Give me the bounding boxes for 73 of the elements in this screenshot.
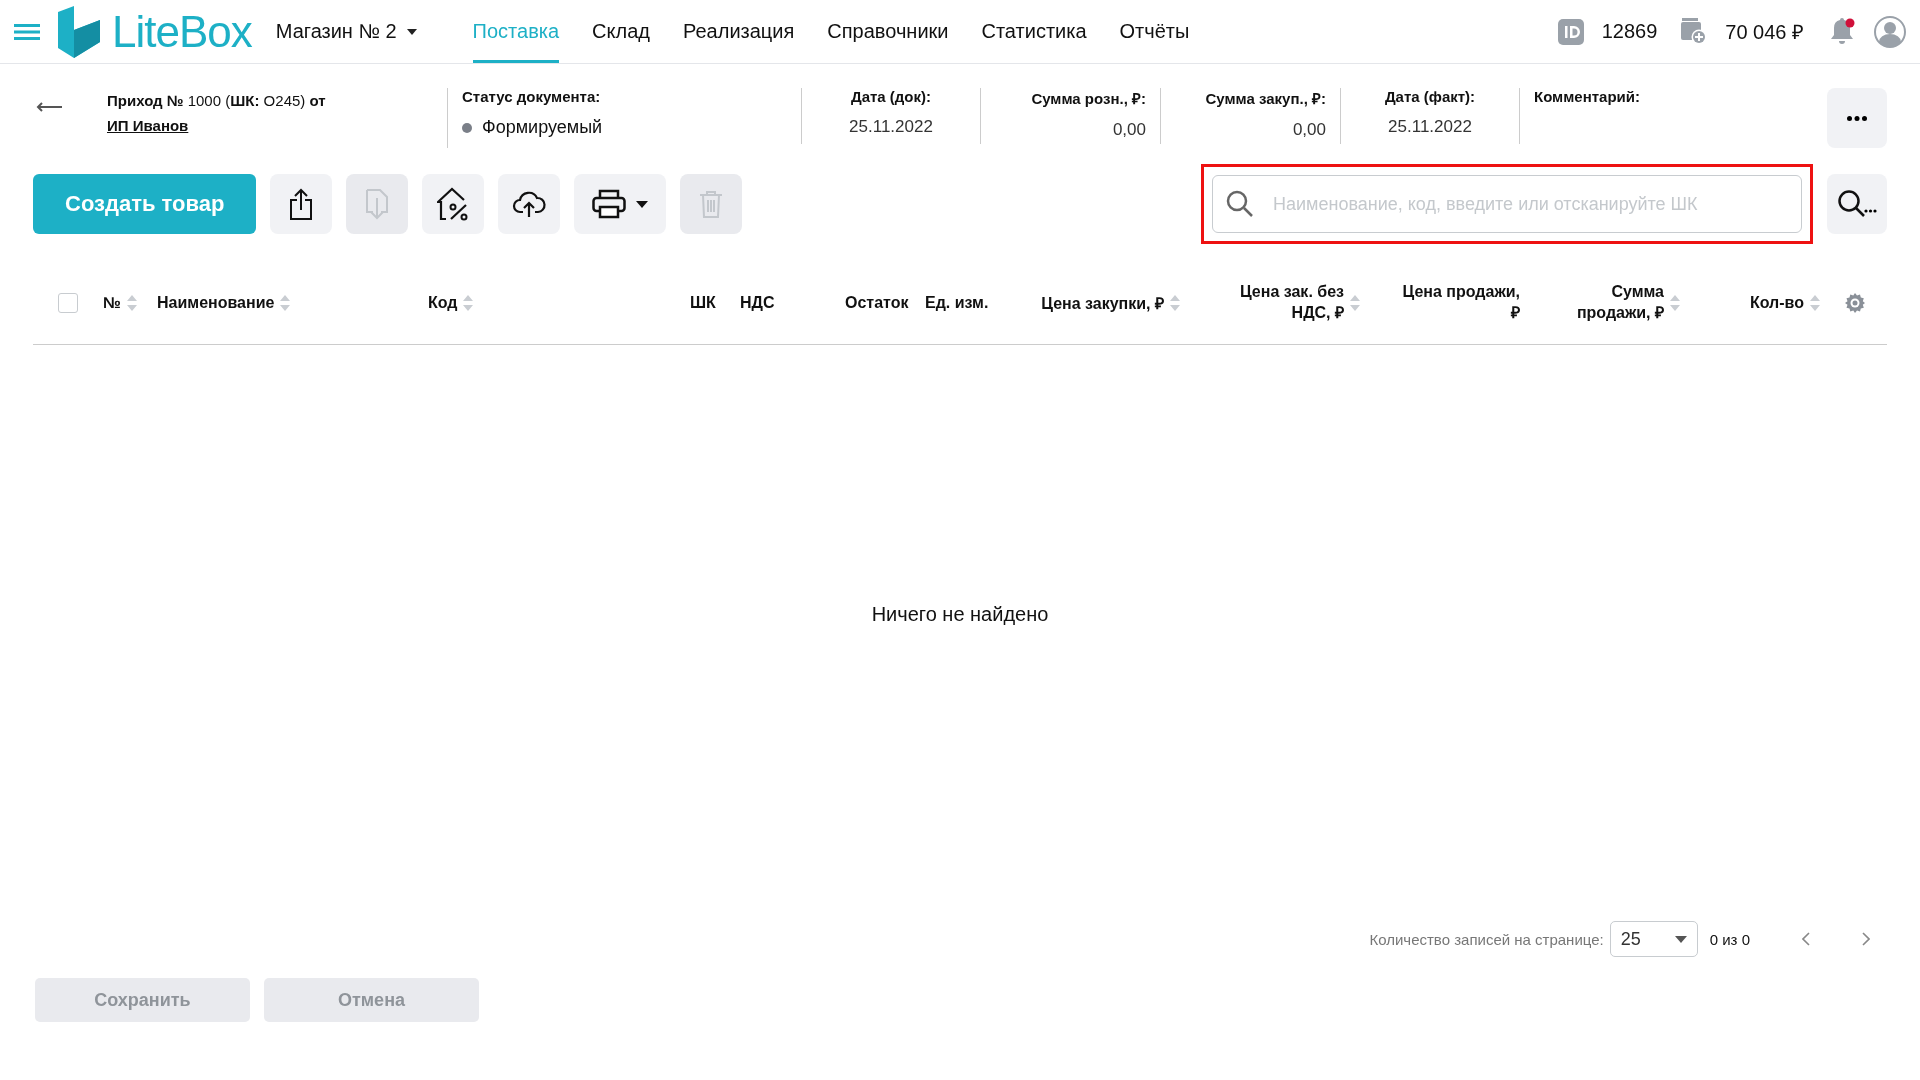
column-header[interactable]: Остаток <box>845 294 909 312</box>
page-size-select[interactable]: 25 <box>1609 921 1698 957</box>
column-header[interactable]: НДС <box>740 294 775 312</box>
column-header[interactable]: Цена закупки, ₽ <box>1041 292 1164 314</box>
sort-icon[interactable] <box>463 295 474 311</box>
sort-icon[interactable] <box>126 295 137 311</box>
column-header[interactable]: Цена продажи, ₽ <box>1390 283 1520 323</box>
caret-icon <box>1674 935 1687 943</box>
avatar-icon[interactable] <box>1874 15 1906 48</box>
sort-icon[interactable] <box>280 295 291 311</box>
column-header[interactable]: Кол-во <box>1749 294 1804 312</box>
select-all-checkbox[interactable] <box>58 293 78 313</box>
trash-icon <box>699 190 724 218</box>
export-icon <box>289 188 314 220</box>
status-value: Формируемый <box>482 117 603 138</box>
sort-icon[interactable] <box>1350 295 1360 311</box>
wallet-add-icon[interactable] <box>1681 18 1708 45</box>
caret-icon <box>406 28 417 35</box>
print-button[interactable] <box>574 174 667 234</box>
column-header[interactable]: ШК <box>690 294 716 312</box>
menu-icon[interactable] <box>14 22 40 41</box>
field-value: 0,00 <box>1292 120 1326 140</box>
upload-button[interactable] <box>498 174 561 234</box>
column-header[interactable]: Ед. изм. <box>925 294 989 312</box>
column-header[interactable]: Сумма продажи, ₽ <box>1534 283 1664 323</box>
page-range: 0 из 0 <box>1709 930 1750 948</box>
field-label: Дата (факт): <box>1384 88 1476 105</box>
nav-tab[interactable]: Отчёты <box>1119 0 1190 63</box>
discount-button[interactable] <box>422 174 485 234</box>
field-label: Статус документа: <box>462 88 602 105</box>
column-header[interactable]: Цена зак. без НДС, ₽ <box>1214 283 1344 323</box>
store-selector[interactable]: Магазин № 2 <box>275 20 417 43</box>
search-icon <box>1226 190 1254 218</box>
previous-page-icon[interactable] <box>1802 932 1810 946</box>
field-label: Комментарий: <box>1534 88 1640 105</box>
column-header[interactable]: № <box>103 294 121 312</box>
next-page-icon[interactable] <box>1862 932 1870 946</box>
caret-icon <box>636 200 649 208</box>
nav-tab[interactable]: Склад <box>592 0 650 63</box>
field-value: 0,00 <box>1112 120 1146 140</box>
field-label: Сумма розн., ₽: <box>1031 89 1146 108</box>
house-percent-icon <box>437 187 470 221</box>
cloud-upload-icon <box>512 190 547 218</box>
more-icon <box>1847 115 1867 121</box>
field-label: Сумма закуп., ₽: <box>1205 89 1326 108</box>
bell-icon[interactable] <box>1828 16 1856 47</box>
column-header[interactable]: Наименование <box>157 294 275 312</box>
import-icon <box>365 188 390 220</box>
search-more-icon <box>1837 189 1877 219</box>
field-value: 25.11.2022 <box>849 117 933 137</box>
settings-icon[interactable] <box>1844 292 1866 314</box>
advanced-search-button[interactable] <box>1827 174 1887 234</box>
account-id: 12869 <box>1601 20 1658 43</box>
nav-tab[interactable]: Справочники <box>827 0 949 63</box>
document-title: Приход № 1000 (ШК: О245) от <box>107 92 327 109</box>
field-value: 25.11.2022 <box>1388 117 1472 137</box>
supplier-link[interactable]: ИП Иванов <box>107 117 189 134</box>
id-icon <box>1557 18 1584 45</box>
empty-message: Ничего не найдено <box>871 603 1049 627</box>
column-header[interactable]: Код <box>428 294 458 312</box>
sort-icon[interactable] <box>1170 295 1180 311</box>
nav-tab[interactable]: Статистика <box>981 0 1087 63</box>
more-button[interactable] <box>1827 88 1887 148</box>
printer-icon <box>592 189 627 219</box>
sort-icon[interactable] <box>1810 295 1820 311</box>
nav-tab[interactable]: Реализация <box>683 0 795 63</box>
export-button[interactable] <box>270 174 333 234</box>
page-size-label: Количество записей на странице: <box>1369 930 1604 948</box>
sort-icon[interactable] <box>1670 295 1680 311</box>
field-label: Дата (док): <box>850 88 932 105</box>
back-arrow-icon[interactable] <box>36 102 62 112</box>
balance: 70 046 ₽ <box>1725 20 1804 45</box>
search-field[interactable]: Наименование, код, введите или отсканируйте ШК <box>1212 175 1802 233</box>
